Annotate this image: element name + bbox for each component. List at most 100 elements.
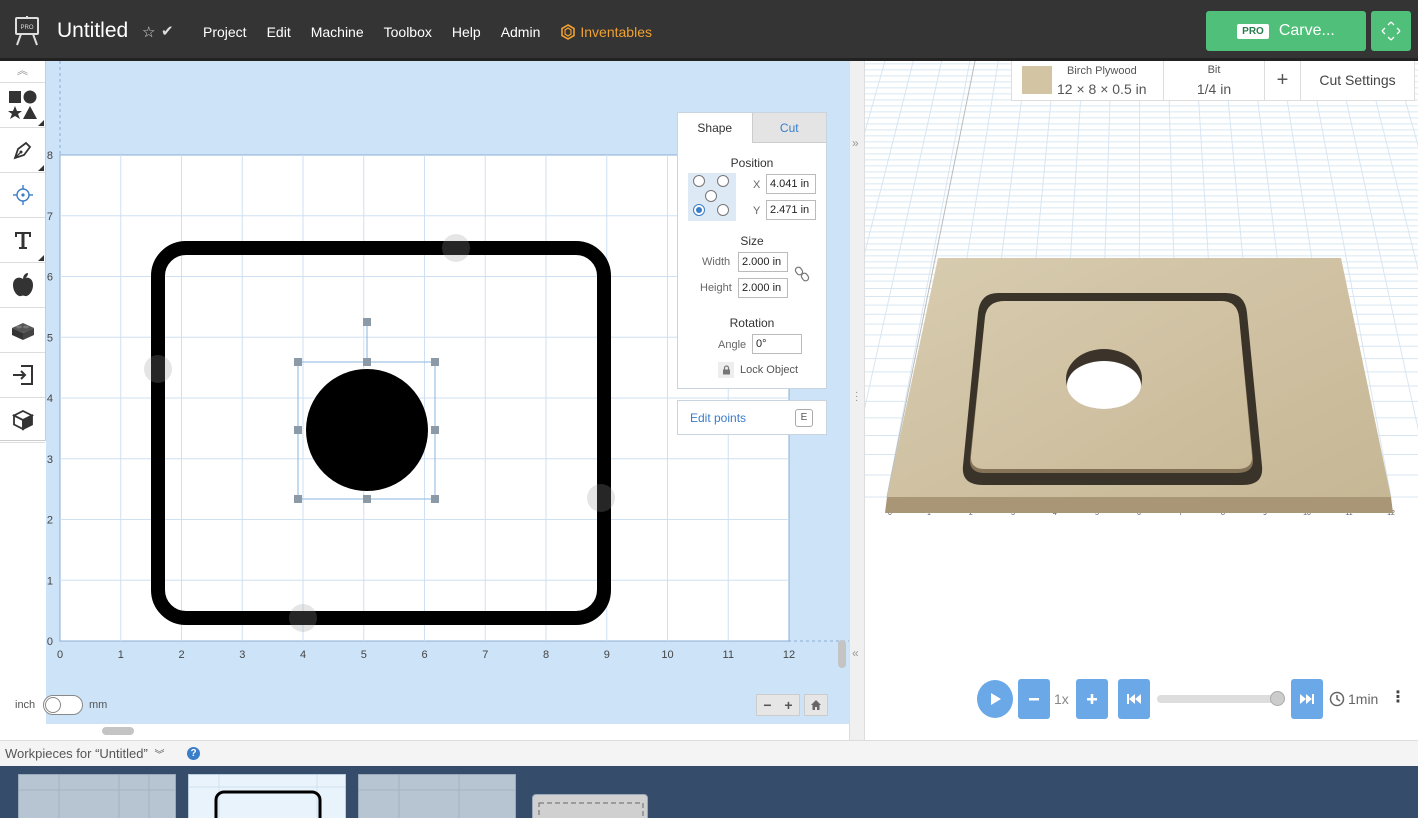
width-input[interactable]: 2.000 in (738, 252, 788, 272)
preview-scene[interactable]: 0 1 2 3 4 5 6 7 8 9 10 11 12 (865, 61, 1418, 740)
fit-view-button[interactable] (1371, 11, 1411, 51)
tool-parts[interactable] (0, 308, 45, 353)
star-icon[interactable]: ☆ (142, 23, 155, 41)
menu-help[interactable]: Help (449, 24, 484, 40)
through-hole (1067, 361, 1141, 409)
more-options-icon[interactable]: ⋮ (1385, 681, 1411, 717)
carve-button[interactable]: PRO Carve... (1206, 11, 1366, 51)
menu-edit[interactable]: Edit (264, 24, 294, 40)
link-proportions-icon[interactable] (794, 265, 810, 283)
logo-badge: PRO (20, 25, 33, 31)
crosshair-icon (12, 185, 33, 205)
edit-points-link[interactable]: Edit points (690, 411, 746, 425)
resize-handle[interactable] (431, 358, 439, 366)
rect-ghost-handle[interactable] (289, 604, 317, 632)
tool-shapes[interactable] (0, 83, 45, 128)
progress-slider-thumb[interactable] (1270, 691, 1285, 706)
rect-ghost-handle[interactable] (587, 484, 615, 512)
rect-ghost-handle[interactable] (442, 234, 470, 262)
angle-input[interactable]: 0° (752, 334, 802, 354)
tool-apps[interactable] (0, 263, 45, 308)
progress-slider[interactable] (1157, 695, 1283, 703)
y-tick-label: 0 (47, 636, 53, 648)
zoom-out-button[interactable]: − (757, 695, 778, 715)
tool-3d[interactable] (0, 398, 45, 443)
x-tick-label: 11 (723, 649, 734, 661)
document-title[interactable]: Untitled (57, 19, 128, 43)
circle-shape[interactable] (306, 369, 428, 491)
collapse-toolbar-icon[interactable]: ︽ (0, 61, 45, 83)
workpiece-thumbnail[interactable] (358, 774, 516, 818)
resize-handle[interactable] (431, 495, 439, 503)
zoom-controls: − + (756, 694, 800, 716)
anchor-center[interactable] (705, 190, 717, 202)
resize-handle[interactable] (294, 495, 302, 503)
3d-preview[interactable]: 0 1 2 3 4 5 6 7 8 9 10 11 12 (865, 61, 1418, 740)
slower-button[interactable] (1018, 679, 1050, 719)
tab-shape[interactable]: Shape (678, 113, 752, 143)
text-icon (14, 232, 31, 249)
material-selector[interactable]: Birch Plywood 12 × 8 × 0.5 in (1012, 61, 1164, 100)
y-tick-label: 3 (47, 454, 53, 466)
resize-handle[interactable] (363, 358, 371, 366)
edit-points-panel[interactable]: Edit points E (677, 400, 827, 435)
x-input[interactable]: 4.041 in (766, 174, 816, 194)
bit-selector[interactable]: Bit 1/4 in (1164, 61, 1265, 100)
menu-machine[interactable]: Machine (308, 24, 367, 40)
expand-left-icon[interactable]: « (852, 646, 859, 660)
tool-point[interactable] (0, 173, 45, 218)
anchor-bottom-right[interactable] (717, 204, 729, 216)
y-label: Y (753, 205, 761, 217)
expand-right-icon[interactable]: » (852, 136, 859, 150)
tool-text[interactable] (0, 218, 45, 263)
menu-project[interactable]: Project (200, 24, 250, 40)
y-input[interactable]: 2.471 in (766, 200, 816, 220)
menu-admin[interactable]: Admin (498, 24, 544, 40)
help-icon[interactable]: ? (187, 747, 200, 760)
expand-arrows-icon (1381, 21, 1401, 41)
resize-handle[interactable] (294, 358, 302, 366)
workpieces-header[interactable]: Workpieces for “Untitled” ︾ ? (0, 740, 1418, 766)
add-workpiece-button[interactable] (532, 794, 648, 818)
unit-inch-label: inch (15, 699, 36, 711)
bit-value: 1/4 in (1196, 81, 1232, 97)
add-bit-button[interactable]: + (1265, 61, 1301, 100)
board-side (885, 497, 1393, 513)
rect-ghost-handle[interactable] (144, 355, 172, 383)
anchor-top-right[interactable] (717, 175, 729, 187)
drag-handle-icon[interactable]: · · · (855, 388, 858, 406)
easel-logo-icon[interactable]: PRO (13, 16, 41, 46)
menu-toolbox[interactable]: Toolbox (381, 24, 435, 40)
skip-end-button[interactable] (1291, 679, 1323, 719)
tool-pen[interactable] (0, 128, 45, 173)
resize-handle[interactable] (294, 426, 302, 434)
tool-import[interactable] (0, 353, 45, 398)
workpiece-thumbnail-active[interactable] (188, 774, 346, 818)
tab-cut[interactable]: Cut (751, 113, 826, 143)
menu-inventables[interactable]: Inventables (557, 24, 655, 40)
anchor-top-left[interactable] (693, 175, 705, 187)
chevron-down-icon[interactable]: ︾ (154, 750, 164, 761)
workpiece-thumbnail[interactable] (18, 774, 176, 818)
faster-button[interactable] (1076, 679, 1108, 719)
angle-label: Angle (718, 339, 747, 351)
horizontal-scrollbar[interactable] (102, 727, 134, 735)
workpieces-title[interactable]: Workpieces for “Untitled” ︾ (5, 746, 164, 761)
rewind-button[interactable] (1118, 679, 1150, 719)
lock-object-row[interactable]: Lock Object (718, 362, 798, 378)
rotate-handle[interactable] (363, 318, 371, 326)
anchor-bottom-left[interactable] (693, 204, 705, 216)
vertical-scrollbar[interactable] (838, 640, 846, 668)
zoom-in-button[interactable]: + (778, 695, 799, 715)
home-view-button[interactable] (804, 694, 828, 716)
material-dimensions: 12 × 8 × 0.5 in (1057, 81, 1147, 97)
resize-handle[interactable] (431, 426, 439, 434)
play-button[interactable] (977, 680, 1013, 718)
resize-handle[interactable] (363, 495, 371, 503)
lock-object-label: Lock Object (740, 364, 799, 376)
cut-settings-button[interactable]: Cut Settings (1301, 61, 1414, 100)
speed-label: 1x (1054, 691, 1069, 707)
height-input[interactable]: 2.000 in (738, 278, 788, 298)
unit-toggle[interactable] (43, 695, 83, 715)
x-tick-label: 4 (300, 649, 306, 661)
